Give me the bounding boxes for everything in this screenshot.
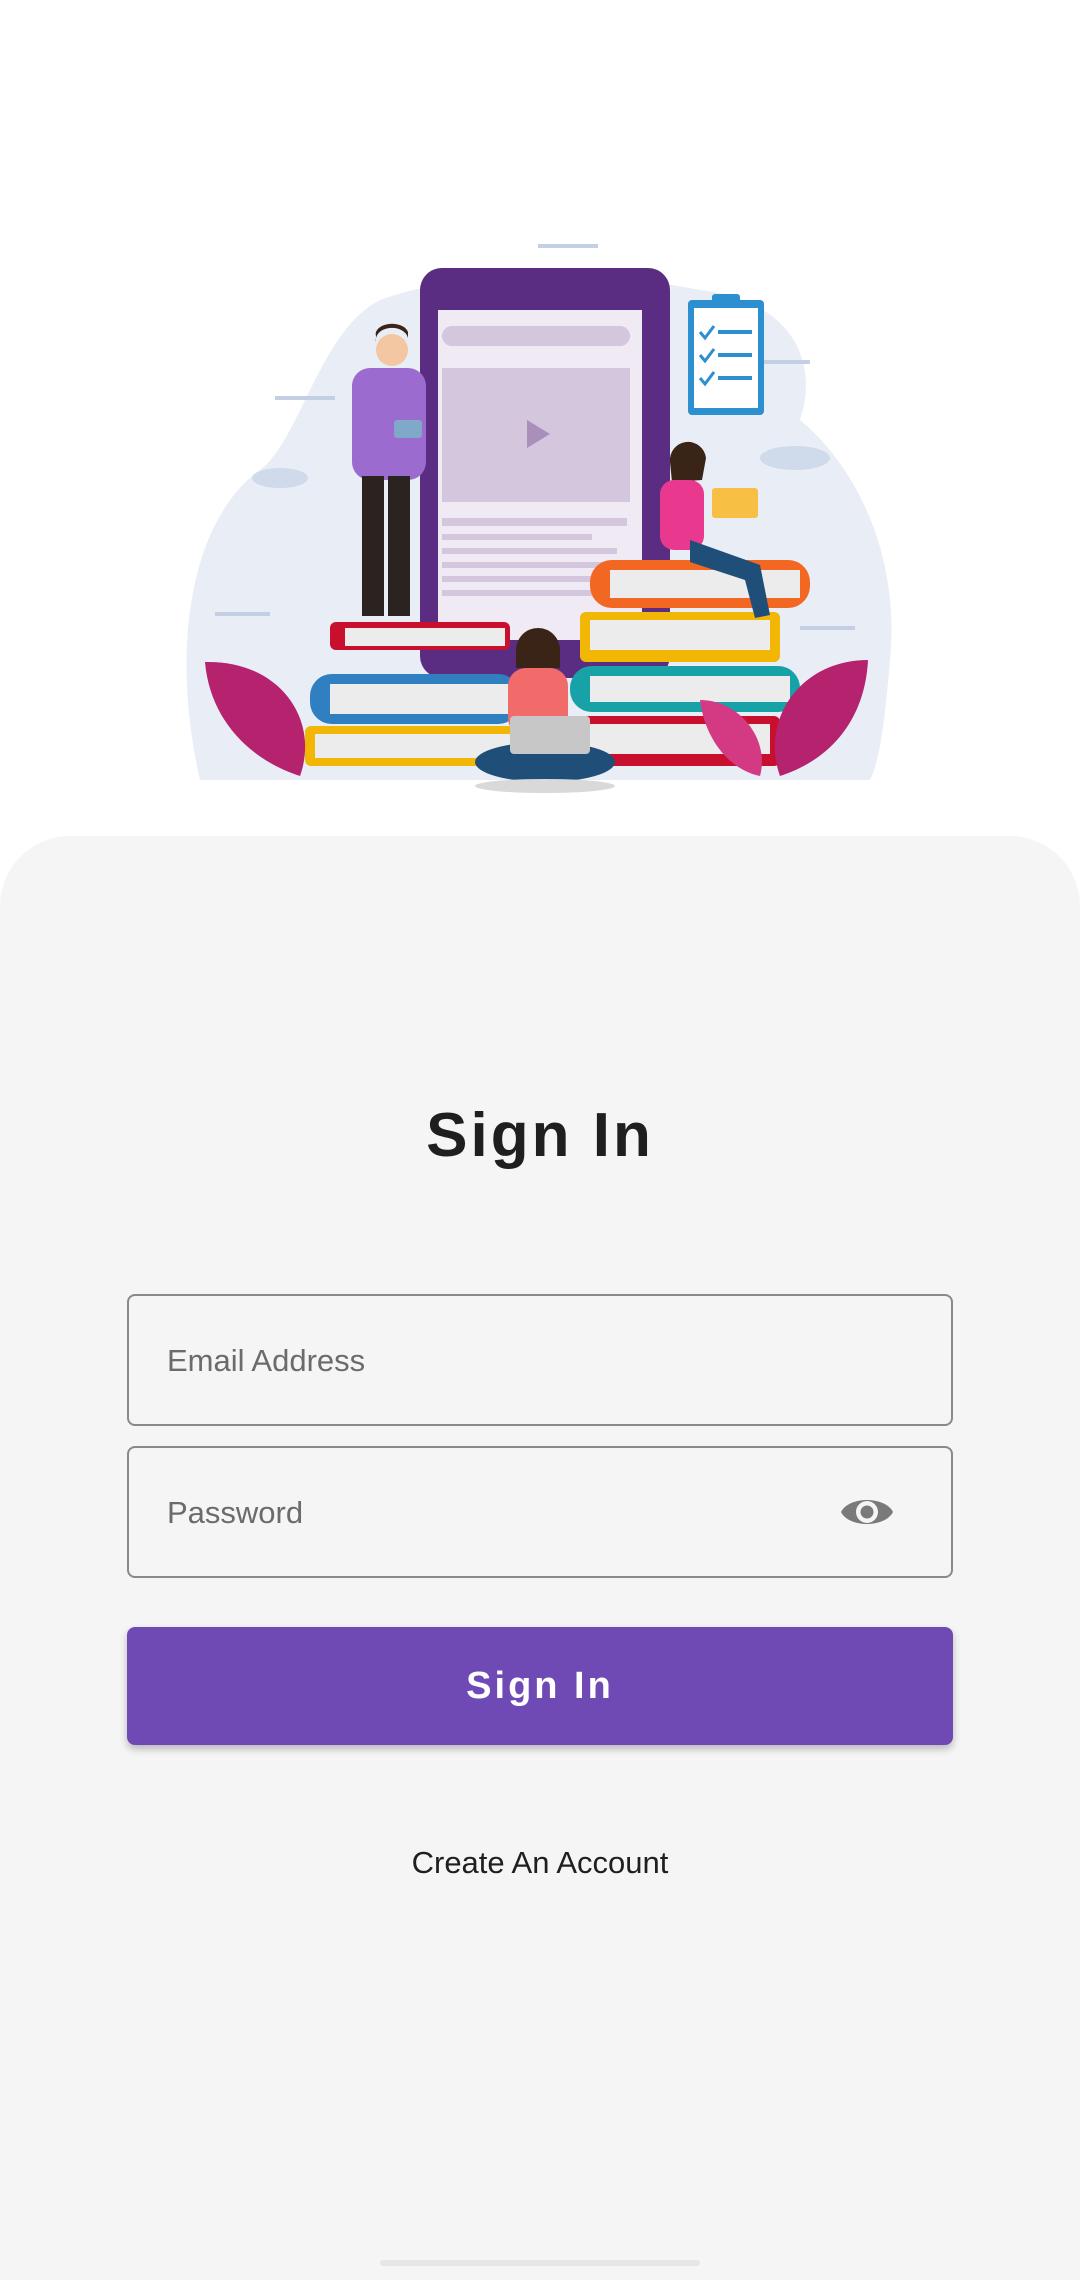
home-indicator [380,2260,700,2266]
password-input[interactable] [165,1448,869,1578]
books-illustration [186,244,892,793]
create-account-link[interactable]: Create An Account [0,1845,1080,1881]
hero-illustration [0,0,1080,840]
eye-icon[interactable] [839,1490,895,1534]
sign-in-button[interactable]: Sign In [127,1627,953,1745]
email-input[interactable] [165,1296,869,1426]
email-field[interactable] [127,1294,953,1426]
page-title: Sign In [426,1101,654,1170]
password-field[interactable] [127,1446,953,1578]
